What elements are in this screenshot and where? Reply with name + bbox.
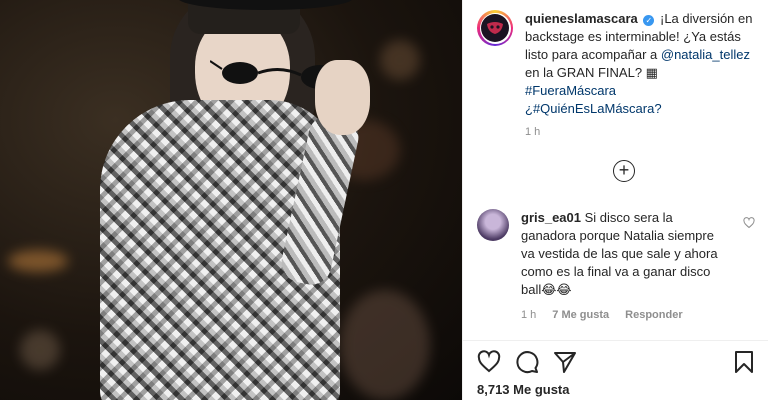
comment-icon[interactable] bbox=[515, 350, 539, 374]
commenter-username[interactable]: gris_ea01 bbox=[521, 210, 581, 225]
verified-badge-icon: ✓ bbox=[643, 15, 655, 26]
heart-icon[interactable] bbox=[477, 350, 501, 374]
bookmark-icon[interactable] bbox=[733, 350, 755, 374]
post-photo[interactable] bbox=[0, 0, 462, 400]
comment-meta: 1 h 7 Me gusta Responder bbox=[521, 309, 759, 321]
action-bar: 8,713 Me gusta bbox=[463, 340, 768, 400]
caption-text: quieneslamascara ✓ ¡La diversión en back… bbox=[525, 10, 754, 118]
post-timestamp[interactable]: 1 h bbox=[525, 126, 754, 138]
reply-button[interactable]: Responder bbox=[625, 309, 682, 321]
account-avatar[interactable] bbox=[477, 10, 513, 46]
paper-plane-icon[interactable] bbox=[553, 350, 577, 374]
caption-body-2: en la GRAN FINAL? ▦ bbox=[525, 65, 658, 80]
person-figure bbox=[60, 0, 370, 400]
bokeh-light bbox=[8, 250, 68, 272]
plus-circle-icon[interactable]: + bbox=[613, 160, 635, 182]
comment-timestamp[interactable]: 1 h bbox=[521, 309, 536, 321]
post-username[interactable]: quieneslamascara bbox=[525, 11, 638, 26]
heart-icon[interactable] bbox=[743, 217, 755, 229]
mask-icon bbox=[487, 22, 503, 34]
hand bbox=[315, 60, 370, 135]
comment-item: gris_ea01 Si disco sera la ganadora porq… bbox=[477, 209, 759, 321]
mention-link[interactable]: @natalia_tellez bbox=[661, 47, 750, 62]
instagram-post: quieneslamascara ✓ ¡La diversión en back… bbox=[0, 0, 768, 400]
bokeh-light bbox=[380, 40, 420, 80]
bokeh-light bbox=[20, 330, 60, 370]
comment-text: gris_ea01 Si disco sera la ganadora porq… bbox=[521, 209, 729, 299]
hashtag-link[interactable]: ¿#QuiénEsLaMáscara? bbox=[525, 101, 662, 116]
hashtag-link[interactable]: #FueraMáscara bbox=[525, 83, 616, 98]
caption: quieneslamascara ✓ ¡La diversión en back… bbox=[477, 10, 754, 118]
commenter-avatar[interactable] bbox=[477, 209, 509, 241]
like-count[interactable]: 8,713 Me gusta bbox=[477, 382, 755, 397]
comment-likes[interactable]: 7 Me gusta bbox=[552, 309, 609, 321]
post-sidebar: quieneslamascara ✓ ¡La diversión en back… bbox=[462, 0, 768, 400]
comments-area: quieneslamascara ✓ ¡La diversión en back… bbox=[463, 0, 768, 340]
